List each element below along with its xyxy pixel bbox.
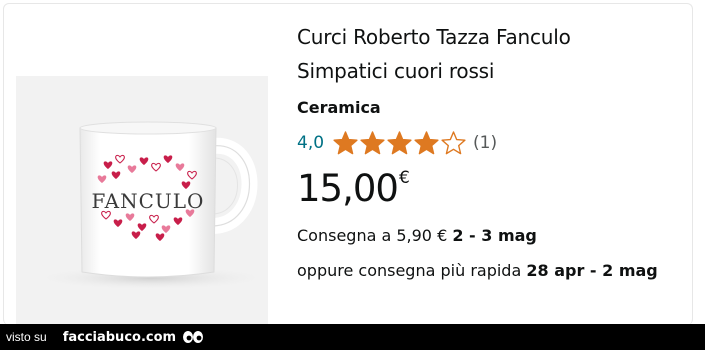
mug-text: FANCULO bbox=[92, 189, 205, 213]
rating-value: 4,0 bbox=[297, 133, 325, 153]
rating-count[interactable]: (1) bbox=[473, 133, 497, 153]
material-label: Ceramica bbox=[297, 98, 381, 117]
title-line-2[interactable]: Simpatici cuori rossi bbox=[297, 54, 687, 88]
product-info: Curci Roberto Tazza Fanculo Simpatici cu… bbox=[297, 20, 687, 285]
fast-delivery-date: 28 apr - 2 mag bbox=[526, 261, 658, 280]
star-filled-icon bbox=[414, 131, 439, 155]
title-line-1[interactable]: Curci Roberto Tazza Fanculo bbox=[297, 20, 687, 54]
star-filled-icon bbox=[360, 131, 385, 155]
product-image[interactable]: FANCULO bbox=[16, 76, 268, 324]
star-rating[interactable] bbox=[332, 130, 467, 156]
star-empty-icon bbox=[441, 131, 466, 155]
delivery-prefix: Consegna a 5,90 € bbox=[297, 226, 453, 245]
star-filled-icon bbox=[387, 131, 412, 155]
watermark-footer: visto su facciabuco.com bbox=[0, 324, 705, 350]
product-title[interactable]: Curci Roberto Tazza Fanculo Simpatici cu… bbox=[297, 20, 687, 88]
fast-delivery-prefix: oppure consegna più rapida bbox=[297, 261, 527, 280]
mug-illustration: FANCULO bbox=[31, 121, 268, 290]
fast-delivery-info: oppure consegna più rapida 28 apr - 2 ma… bbox=[297, 257, 687, 285]
product-card: FANCULO Curci Roberto Tazza Fanculo Simp… bbox=[0, 0, 705, 325]
price-currency: € bbox=[398, 168, 410, 188]
delivery-date: 2 - 3 mag bbox=[452, 226, 537, 245]
visto-su-label: visto su bbox=[6, 330, 47, 344]
price: 15,00 € bbox=[297, 167, 687, 213]
price-amount: 15,00 bbox=[297, 167, 399, 210]
rating-row[interactable]: 4,0 (1) bbox=[297, 129, 687, 157]
star-filled-icon bbox=[333, 131, 358, 155]
site-name: facciabuco.com bbox=[62, 329, 177, 345]
delivery-info: Consegna a 5,90 € 2 - 3 mag bbox=[297, 225, 687, 247]
eyes-icon bbox=[182, 330, 204, 344]
